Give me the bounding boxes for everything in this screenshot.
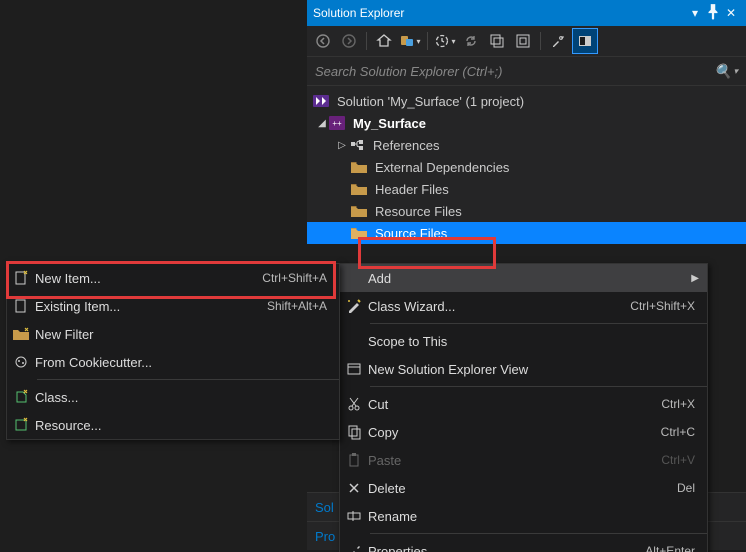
solution-explorer-titlebar: Solution Explorer ▾ ✕ xyxy=(307,0,746,26)
menu-rename[interactable]: Rename xyxy=(340,502,707,530)
home-icon[interactable] xyxy=(372,29,396,53)
forward-icon[interactable] xyxy=(337,29,361,53)
cookie-icon xyxy=(7,354,35,370)
solution-icon xyxy=(313,94,329,108)
solution-explorer-search[interactable]: Search Solution Explorer (Ctrl+;) 🔍 ▾ xyxy=(307,57,746,86)
rename-icon xyxy=(340,508,368,524)
header-files-label: Header Files xyxy=(371,182,453,197)
references-label: References xyxy=(369,138,443,153)
menu-scope[interactable]: Scope to This xyxy=(340,327,707,355)
folder-icon xyxy=(351,204,367,218)
references-icon xyxy=(349,138,365,152)
properties-icon[interactable] xyxy=(546,29,570,53)
menu-paste: Paste Ctrl+V xyxy=(340,446,707,474)
menu-copy[interactable]: Copy Ctrl+C xyxy=(340,418,707,446)
properties-icon xyxy=(340,543,368,552)
new-view-icon xyxy=(340,361,368,377)
resource-files-node[interactable]: Resource Files xyxy=(307,200,746,222)
project-label: My_Surface xyxy=(349,116,430,131)
expand-icon[interactable]: ▷ xyxy=(335,140,349,151)
close-icon[interactable]: ✕ xyxy=(722,6,740,20)
back-icon[interactable] xyxy=(311,29,335,53)
menu-resource[interactable]: Resource... xyxy=(7,411,339,439)
folder-icon xyxy=(351,226,367,240)
menu-class-wizard[interactable]: Class Wizard... Ctrl+Shift+X xyxy=(340,292,707,320)
search-placeholder: Search Solution Explorer (Ctrl+;) xyxy=(315,64,714,79)
class-icon xyxy=(7,389,35,405)
sync-icon[interactable]: ▾ xyxy=(398,29,422,53)
solution-explorer-toolbar: ▾ ▾ xyxy=(307,26,746,57)
add-submenu: New Item... Ctrl+Shift+A Existing Item..… xyxy=(6,263,340,440)
context-menu: Add ▶ Class Wizard... Ctrl+Shift+X Scope… xyxy=(339,263,708,552)
refresh-pending-icon[interactable]: ▾ xyxy=(433,29,457,53)
refresh-icon[interactable] xyxy=(459,29,483,53)
menu-new-item[interactable]: New Item... Ctrl+Shift+A xyxy=(7,264,339,292)
menu-add[interactable]: Add ▶ xyxy=(340,264,707,292)
header-files-node[interactable]: Header Files xyxy=(307,178,746,200)
window-dropdown-icon[interactable]: ▾ xyxy=(686,6,704,20)
collapse-all-icon[interactable] xyxy=(485,29,509,53)
solution-explorer-title: Solution Explorer xyxy=(313,6,686,20)
solution-tree: Solution 'My_Surface' (1 project) ◢ ++ M… xyxy=(307,86,746,244)
menu-cookiecutter[interactable]: From Cookiecutter... xyxy=(7,348,339,376)
references-node[interactable]: ▷ References xyxy=(307,134,746,156)
new-filter-icon xyxy=(7,326,35,342)
cut-icon xyxy=(340,396,368,412)
delete-icon xyxy=(340,480,368,496)
solution-label: Solution 'My_Surface' (1 project) xyxy=(333,94,528,109)
menu-existing-item[interactable]: Existing Item... Shift+Alt+A xyxy=(7,292,339,320)
show-all-icon[interactable] xyxy=(511,29,535,53)
pin-icon[interactable] xyxy=(704,3,722,24)
project-icon: ++ xyxy=(329,116,345,130)
collapse-icon[interactable]: ◢ xyxy=(315,118,329,129)
menu-new-view[interactable]: New Solution Explorer View xyxy=(340,355,707,383)
paste-icon xyxy=(340,452,368,468)
search-icon[interactable]: 🔍 xyxy=(714,63,731,80)
menu-cut[interactable]: Cut Ctrl+X xyxy=(340,390,707,418)
resource-icon xyxy=(7,417,35,433)
menu-properties[interactable]: Properties Alt+Enter xyxy=(340,537,707,552)
project-node[interactable]: ◢ ++ My_Surface xyxy=(307,112,746,134)
source-files-node[interactable]: Source Files xyxy=(307,222,746,244)
wizard-icon xyxy=(340,298,368,314)
svg-text:++: ++ xyxy=(332,119,342,128)
copy-icon xyxy=(340,424,368,440)
search-dropdown-icon[interactable]: ▾ xyxy=(733,66,738,77)
new-item-icon xyxy=(7,270,35,286)
existing-item-icon xyxy=(7,298,35,314)
preview-icon[interactable] xyxy=(572,28,598,54)
chevron-right-icon: ▶ xyxy=(691,273,707,284)
folder-icon xyxy=(351,160,367,174)
menu-new-filter[interactable]: New Filter xyxy=(7,320,339,348)
external-deps-node[interactable]: External Dependencies xyxy=(307,156,746,178)
menu-class[interactable]: Class... xyxy=(7,383,339,411)
source-files-label: Source Files xyxy=(371,226,451,241)
solution-node[interactable]: Solution 'My_Surface' (1 project) xyxy=(307,90,746,112)
folder-icon xyxy=(351,182,367,196)
menu-delete[interactable]: Delete Del xyxy=(340,474,707,502)
external-deps-label: External Dependencies xyxy=(371,160,513,175)
resource-files-label: Resource Files xyxy=(371,204,466,219)
